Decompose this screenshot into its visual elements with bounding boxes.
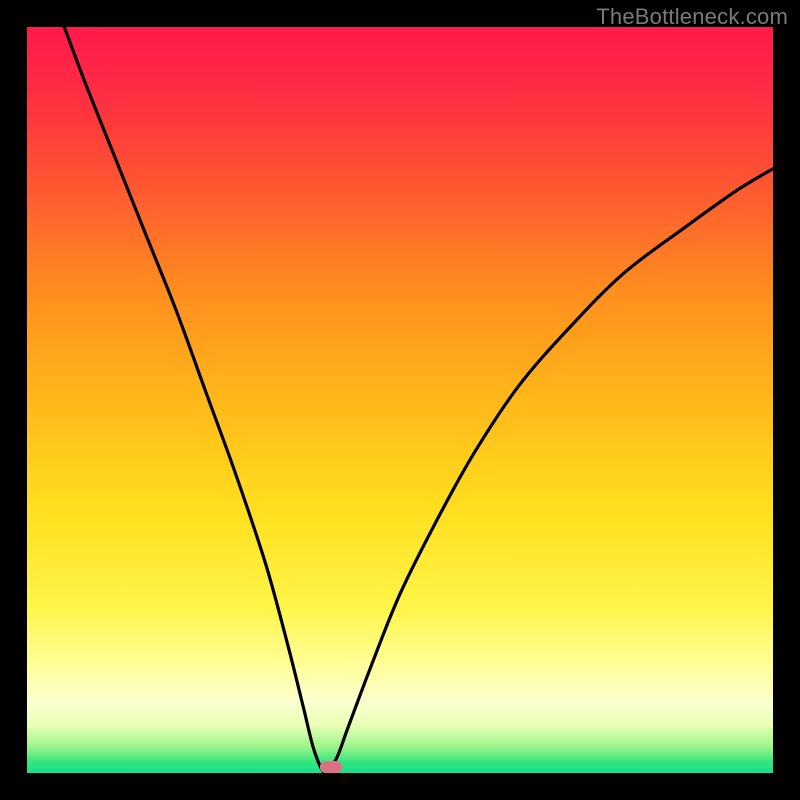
plot-area (27, 27, 773, 773)
optimum-marker (320, 761, 342, 773)
chart-frame: TheBottleneck.com (0, 0, 800, 800)
bottleneck-curve (27, 27, 773, 773)
